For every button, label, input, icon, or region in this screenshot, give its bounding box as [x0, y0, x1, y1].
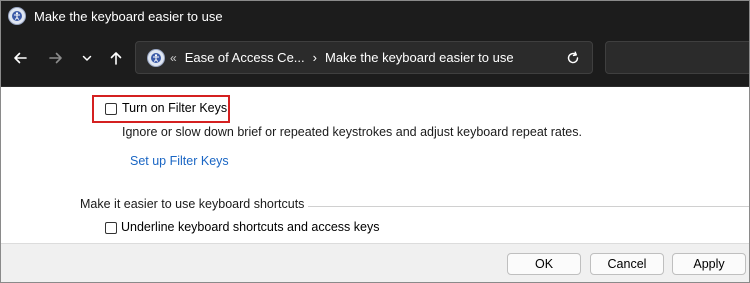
filter-keys-checkbox[interactable] [105, 103, 117, 115]
content-pane: Turn on Filter Keys Ignore or slow down … [1, 87, 749, 243]
forward-arrow-icon [49, 52, 62, 64]
refresh-icon [567, 51, 579, 64]
dialog-footer: OK Cancel Apply [1, 243, 749, 282]
up-arrow-icon [110, 52, 122, 65]
chevron-down-icon [82, 55, 92, 61]
ok-button[interactable]: OK [507, 253, 581, 275]
back-button[interactable] [7, 45, 33, 71]
filter-keys-label[interactable]: Turn on Filter Keys [122, 101, 227, 115]
breadcrumb-overflow[interactable]: « [170, 51, 177, 65]
underline-shortcuts-label[interactable]: Underline keyboard shortcuts and access … [121, 220, 379, 234]
control-panel-window: Make the keyboard easier to use « Ease o… [0, 0, 750, 283]
breadcrumb-current[interactable]: Make the keyboard easier to use [325, 50, 514, 65]
setup-filter-keys-link[interactable]: Set up Filter Keys [130, 154, 229, 168]
ease-of-access-icon [8, 7, 26, 25]
navigation-bar: « Ease of Access Ce... › Make the keyboa… [1, 31, 749, 87]
underline-shortcuts-checkbox[interactable] [105, 222, 117, 234]
back-arrow-icon [14, 52, 27, 64]
section-divider [308, 206, 749, 207]
cancel-button[interactable]: Cancel [590, 253, 664, 275]
title-bar: Make the keyboard easier to use [1, 1, 749, 31]
breadcrumb-separator[interactable]: › [313, 50, 317, 65]
filter-keys-description: Ignore or slow down brief or repeated ke… [122, 125, 582, 139]
breadcrumb-ease-of-access[interactable]: Ease of Access Ce... [185, 50, 305, 65]
window-title: Make the keyboard easier to use [34, 8, 223, 24]
apply-button[interactable]: Apply [672, 253, 746, 275]
forward-button[interactable] [43, 45, 69, 71]
address-bar[interactable]: « Ease of Access Ce... › Make the keyboa… [135, 41, 593, 74]
up-button[interactable] [103, 45, 129, 71]
recent-locations-button[interactable] [74, 45, 100, 71]
shortcuts-section-title: Make it easier to use keyboard shortcuts [80, 197, 305, 211]
ease-of-access-icon [147, 48, 165, 67]
search-input[interactable] [605, 41, 749, 74]
refresh-button[interactable] [564, 49, 582, 67]
